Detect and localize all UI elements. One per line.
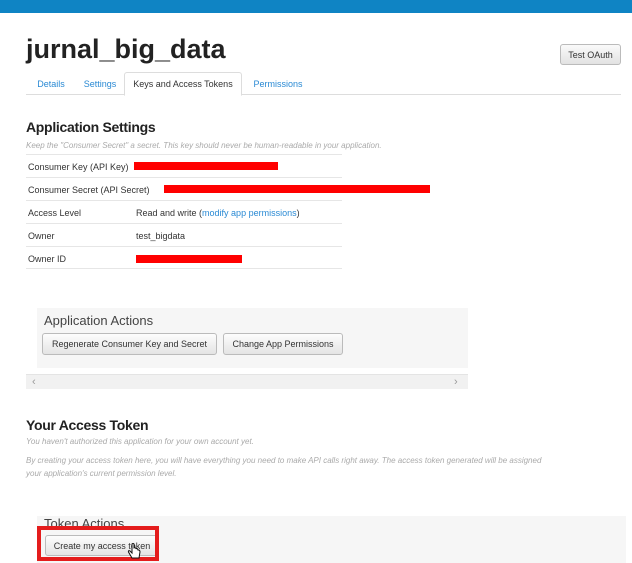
tab-bar: Details Settings Keys and Access Tokens …: [26, 70, 621, 96]
consumer-secret-note: Keep the "Consumer Secret" a secret. Thi…: [26, 141, 382, 150]
access-token-info-line2: your application's current permission le…: [26, 469, 177, 478]
access-level-label: Access Level: [28, 208, 82, 218]
tab-keys-and-access-tokens[interactable]: Keys and Access Tokens: [124, 72, 242, 96]
owner-label: Owner: [28, 231, 55, 241]
table-row: Consumer Key (API Key): [26, 154, 342, 177]
table-row: Owner ID: [26, 246, 342, 269]
access-token-info-line1: By creating your access token here, you …: [26, 456, 542, 465]
access-token-status-note: You haven't authorized this application …: [26, 437, 254, 446]
application-actions-panel: Application Actions Regenerate Consumer …: [37, 308, 468, 368]
redacted-consumer-secret: [164, 185, 430, 193]
tab-settings[interactable]: Settings: [80, 72, 120, 95]
application-actions-heading: Application Actions: [44, 313, 154, 328]
application-settings-heading: Application Settings: [26, 119, 156, 135]
hand-cursor-icon: [127, 543, 141, 559]
table-row: Access Level Read and write (modify app …: [26, 200, 342, 223]
modify-app-permissions-link[interactable]: modify app permissions: [202, 208, 297, 218]
redacted-consumer-key: [134, 162, 278, 170]
table-row: Owner test_bigdata: [26, 223, 342, 246]
token-actions-panel: Token Actions Create my access token: [37, 516, 626, 563]
redacted-owner-id: [136, 255, 242, 263]
test-oauth-button[interactable]: Test OAuth: [560, 44, 621, 65]
tab-details[interactable]: Details: [30, 72, 72, 95]
settings-table: Consumer Key (API Key) Consumer Secret (…: [26, 154, 430, 269]
table-row: Consumer Secret (API Secret): [26, 177, 430, 200]
regenerate-keys-button[interactable]: Regenerate Consumer Key and Secret: [42, 333, 217, 355]
access-token-heading: Your Access Token: [26, 417, 149, 433]
scroll-right-icon[interactable]: ›: [454, 376, 458, 388]
owner-value: test_bigdata: [136, 231, 186, 241]
access-level-value: Read and write (modify app permissions): [136, 208, 300, 218]
tab-permissions[interactable]: Permissions: [246, 72, 310, 95]
owner-id-label: Owner ID: [28, 254, 67, 264]
access-level-text: Read and write: [136, 208, 197, 218]
top-nav-bar: [0, 0, 632, 13]
change-app-permissions-button[interactable]: Change App Permissions: [223, 333, 343, 355]
consumer-key-label: Consumer Key (API Key): [28, 162, 129, 172]
scroll-left-icon[interactable]: ‹: [32, 376, 36, 388]
horizontal-scrollbar[interactable]: ‹ ›: [26, 374, 468, 389]
consumer-secret-label: Consumer Secret (API Secret): [28, 185, 150, 195]
page-title: jurnal_big_data: [26, 34, 226, 64]
